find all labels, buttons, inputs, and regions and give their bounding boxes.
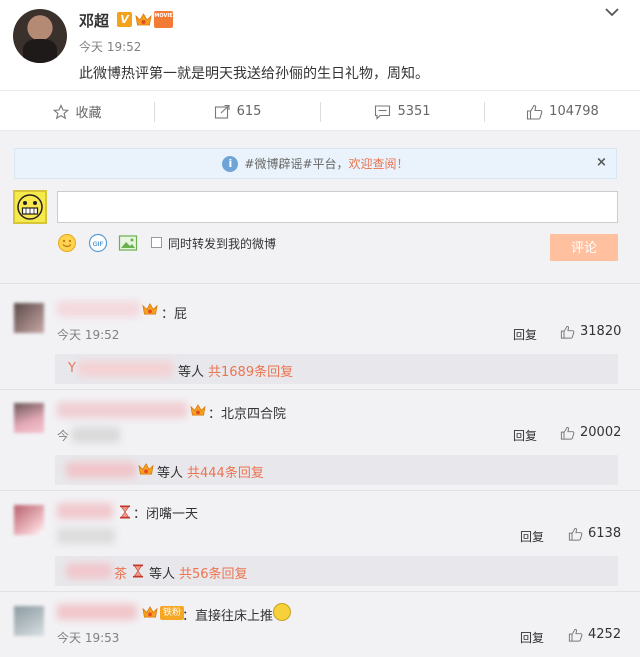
commenter-name[interactable] bbox=[57, 301, 140, 317]
post-text: 此微博热评第一就是明天我送给孙俪的生日礼物，周知。 bbox=[79, 66, 429, 82]
image-icon[interactable] bbox=[118, 233, 138, 253]
gif-icon[interactable]: GIF bbox=[88, 233, 108, 253]
fan-badge: 铁粉 bbox=[160, 606, 185, 620]
comment-like-count: 4252 bbox=[588, 627, 622, 642]
thumbs-up-icon bbox=[568, 628, 583, 642]
comment-avatar[interactable] bbox=[14, 303, 44, 333]
favorite-label: 收藏 bbox=[75, 106, 102, 121]
comment-text: ：北京四合院 bbox=[208, 407, 287, 422]
time-blur bbox=[57, 528, 115, 544]
hourglass-icon bbox=[120, 505, 130, 519]
comment-text: ：屁 bbox=[161, 307, 188, 322]
post-time[interactable]: 今天 19:52 bbox=[79, 38, 141, 55]
thumbs-up-icon bbox=[568, 527, 583, 541]
author-name[interactable]: 邓超 bbox=[79, 10, 109, 31]
sub-reply-name-blur[interactable] bbox=[66, 462, 136, 478]
movie-badge-icon: MOVIE bbox=[154, 11, 173, 28]
comment-like-count: 31820 bbox=[580, 324, 622, 339]
comment-like-button[interactable]: 6138 bbox=[568, 526, 621, 541]
gif-label: GIF bbox=[93, 241, 104, 248]
sub-reply-middle: 等人 bbox=[149, 567, 176, 582]
divider bbox=[0, 283, 640, 284]
sub-reply-name-blur bbox=[78, 361, 173, 377]
time-blur bbox=[72, 427, 120, 443]
comment-avatar[interactable] bbox=[14, 403, 44, 433]
thumbs-up-icon bbox=[560, 426, 575, 440]
info-icon: i bbox=[222, 155, 239, 172]
sub-reply-count[interactable]: 共1689条回复 bbox=[208, 361, 293, 380]
commenter-name[interactable] bbox=[57, 604, 137, 620]
reply-button[interactable]: 回复 bbox=[513, 427, 537, 444]
thumbs-up-icon bbox=[527, 104, 543, 120]
comment-like-button[interactable]: 4252 bbox=[568, 627, 621, 642]
comment-button[interactable]: 5351 bbox=[321, 91, 484, 132]
star-icon bbox=[53, 103, 70, 119]
divider bbox=[0, 389, 640, 390]
comment-avatar[interactable] bbox=[14, 505, 44, 535]
sub-reply-name[interactable]: 茶 bbox=[114, 563, 127, 582]
comment-avatar[interactable] bbox=[14, 606, 44, 636]
repost-button[interactable]: 615 bbox=[155, 91, 320, 132]
hourglass-icon bbox=[133, 564, 143, 578]
sub-reply-name-blur[interactable] bbox=[66, 563, 112, 579]
submit-comment-button[interactable]: 评论 bbox=[550, 234, 618, 261]
comment-time[interactable]: 今 bbox=[57, 427, 69, 444]
comment-text: ：直接往床上推 bbox=[182, 609, 274, 624]
repost-count: 615 bbox=[236, 104, 262, 119]
comment-like-count: 20002 bbox=[580, 425, 622, 440]
crown-icon bbox=[142, 606, 158, 618]
forward-label: 同时转发到我的微博 bbox=[168, 237, 277, 251]
commenter-name[interactable] bbox=[57, 402, 187, 418]
post-action-bar: 收藏 615 5351 104798 bbox=[0, 90, 640, 131]
sub-reply-name[interactable]: Y bbox=[68, 361, 76, 376]
comment-like-count: 6138 bbox=[588, 526, 622, 541]
notice-text: #微博辟谣#平台， bbox=[244, 157, 349, 171]
notice-link[interactable]: 欢迎查阅！ bbox=[349, 155, 409, 172]
comment-like-button[interactable]: 20002 bbox=[560, 425, 621, 440]
favorite-button[interactable]: 收藏 bbox=[0, 91, 155, 132]
reply-button[interactable]: 回复 bbox=[520, 528, 544, 545]
like-button[interactable]: 104798 bbox=[485, 91, 640, 132]
comment-time[interactable]: 今天 19:53 bbox=[57, 629, 119, 646]
comment-icon bbox=[375, 104, 391, 120]
chevron-down-icon[interactable] bbox=[604, 6, 620, 18]
comment-time[interactable]: 今天 19:52 bbox=[57, 326, 119, 343]
comment-input[interactable] bbox=[57, 191, 618, 223]
smiley-emoji-icon bbox=[273, 603, 291, 621]
reply-button[interactable]: 回复 bbox=[513, 326, 537, 343]
crown-icon bbox=[142, 303, 158, 315]
verified-badge-icon: V bbox=[117, 12, 132, 27]
sub-reply-middle: 等人 bbox=[157, 466, 184, 481]
rumor-notice-bar: i #微博辟谣#平台， 欢迎查阅！ bbox=[14, 148, 617, 179]
sub-reply-count[interactable]: 共56条回复 bbox=[179, 563, 248, 582]
sub-reply-middle: 等人 bbox=[178, 365, 205, 380]
sub-reply-count[interactable]: 共444条回复 bbox=[187, 462, 264, 481]
crown-icon bbox=[190, 404, 206, 416]
repost-icon bbox=[214, 104, 230, 119]
reply-button[interactable]: 回复 bbox=[520, 629, 544, 646]
divider bbox=[0, 490, 640, 491]
crown-icon bbox=[135, 13, 152, 26]
thumbs-up-icon bbox=[560, 325, 575, 339]
comment-text: ：闭嘴一天 bbox=[133, 507, 199, 522]
like-count: 104798 bbox=[549, 104, 599, 119]
author-avatar[interactable] bbox=[13, 9, 67, 63]
smile-icon[interactable] bbox=[57, 233, 77, 253]
grin-face-icon bbox=[17, 194, 43, 220]
comment-like-button[interactable]: 31820 bbox=[560, 324, 621, 339]
crown-icon bbox=[138, 463, 154, 475]
comment-count: 5351 bbox=[397, 104, 431, 119]
my-avatar[interactable] bbox=[13, 190, 47, 224]
commenter-name[interactable] bbox=[57, 503, 113, 519]
divider bbox=[0, 591, 640, 592]
close-icon[interactable]: × bbox=[596, 155, 607, 170]
forward-checkbox[interactable] bbox=[151, 237, 162, 248]
